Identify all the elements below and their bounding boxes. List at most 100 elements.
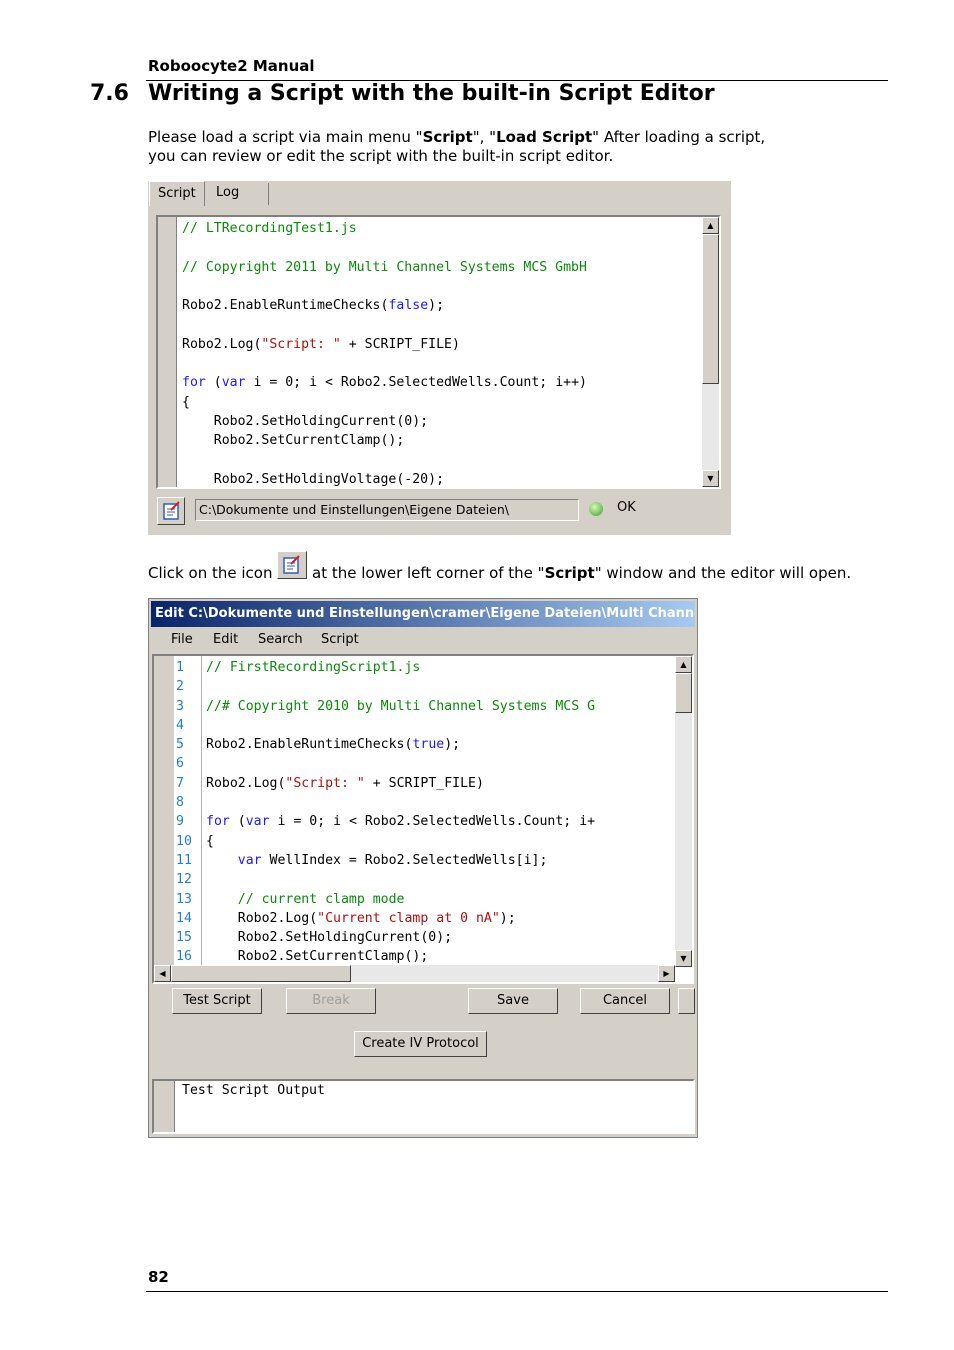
menu-file[interactable]: File	[171, 629, 193, 651]
vertical-scrollbar[interactable]: ▲ ▼	[702, 217, 719, 487]
code-line: ​	[182, 315, 587, 334]
intro-text: ", "	[472, 128, 497, 146]
section-number: 7.6	[90, 81, 129, 106]
scroll-down-icon[interactable]: ▼	[675, 950, 692, 967]
scroll-up-icon[interactable]: ▲	[702, 217, 719, 234]
click-text-before: Click on the icon	[148, 564, 273, 582]
scroll-thumb[interactable]	[675, 673, 692, 713]
code-line: ​	[182, 277, 587, 296]
code-line: {	[182, 394, 190, 410]
edit-script-icon	[283, 555, 300, 574]
cancel-button[interactable]: Cancel	[580, 988, 670, 1014]
code-line: Robo2.EnableRuntimeChecks(false);	[182, 298, 445, 314]
editor-horizontal-scrollbar[interactable]: ◀ ▶	[154, 965, 675, 982]
status-led-icon	[589, 502, 603, 516]
code-line: Robo2.Log("Current clamp at 0 nA");	[206, 910, 516, 926]
line-number: 11	[176, 852, 192, 868]
editor-code-lines: // FirstRecordingScript1.js ​ //# Copyrigh…	[206, 658, 595, 967]
click-text-after: at the lower left corner of the "Script"…	[312, 564, 851, 583]
click-text: " window and the editor will open.	[594, 564, 852, 582]
line-number: 1	[176, 660, 184, 675]
intro-bold-load-script: Load Script	[496, 128, 593, 146]
code-line: // LTRecordingTest1.js	[182, 221, 357, 236]
scroll-left-icon[interactable]: ◀	[154, 965, 171, 982]
save-button[interactable]: Save	[468, 988, 558, 1014]
click-text-bold: Script	[544, 564, 595, 582]
code-line: ​	[182, 354, 587, 373]
code-line: Robo2.SetCurrentClamp();	[206, 949, 429, 965]
script-path-field[interactable]: C:\Dokumente und Einstellungen\Eigene Da…	[195, 499, 579, 521]
code-line: ​	[182, 238, 587, 257]
line-number: 2	[176, 679, 184, 695]
break-button[interactable]: Break	[286, 988, 376, 1014]
code-line: for (var i = 0; i < Robo2.SelectedWells.…	[206, 814, 596, 830]
code-line: {	[206, 833, 214, 849]
test-script-button[interactable]: Test Script	[172, 988, 262, 1014]
manual-header: Roboocyte2 Manual	[148, 57, 315, 75]
script-window-screenshot: Script Log // LTRecordingTest1.js ​ // Cop…	[148, 181, 731, 535]
create-iv-protocol-button[interactable]: Create IV Protocol	[354, 1031, 487, 1057]
code-line: Robo2.SetCurrentClamp();	[182, 433, 405, 449]
menu-script[interactable]: Script	[321, 629, 359, 651]
editor-gutter	[154, 656, 174, 982]
code-line: ​	[206, 793, 595, 812]
tab-log[interactable]: Log	[208, 181, 247, 205]
code-line: ​	[206, 754, 595, 773]
line-number: 8	[176, 795, 184, 811]
code-line: var WellIndex = Robo2.SelectedWells[i];	[237, 852, 548, 868]
code-gutter	[158, 217, 177, 487]
edit-script-icon	[163, 501, 180, 520]
line-number: 14	[176, 910, 192, 926]
code-line: Robo2.Log("Script: " + SCRIPT_FILE)	[182, 336, 460, 352]
line-number: 5	[176, 737, 184, 753]
code-line: Robo2.Log("Script: " + SCRIPT_FILE)	[206, 775, 484, 791]
script-editor-window: Edit C:\Dokumente und Einstellungen\cram…	[148, 598, 698, 1138]
line-number: 3	[176, 698, 184, 714]
editor-vertical-scrollbar[interactable]: ▲ ▼	[675, 656, 692, 967]
intro-text: " After loading a script,	[592, 128, 766, 146]
output-gutter	[154, 1081, 175, 1132]
code-line: for (var i = 0; i < Robo2.SelectedWells.…	[182, 375, 587, 391]
line-number: 7	[176, 775, 184, 791]
intro-paragraph: Please load a script via main menu "Scri…	[148, 128, 765, 166]
code-line: // current clamp mode	[206, 891, 405, 907]
scroll-up-icon[interactable]: ▲	[675, 656, 692, 673]
menu-search[interactable]: Search	[258, 629, 303, 651]
line-numbers: 1 2 3 4 5 6 7 8 9 10 11 12 13 14 15 16	[176, 658, 192, 967]
scroll-down-icon[interactable]: ▼	[702, 470, 719, 487]
code-line: Robo2.SetHoldingVoltage(-20);	[182, 471, 445, 487]
script-code-view[interactable]: // LTRecordingTest1.js ​ // Copyright 2011…	[156, 215, 721, 489]
tab-divider	[268, 183, 269, 205]
editor-title-bar[interactable]: Edit C:\Dokumente und Einstellungen\cram…	[151, 601, 695, 627]
intro-text: Please load a script via main menu "	[148, 128, 423, 146]
code-line: ​	[206, 716, 595, 735]
editor-code-area[interactable]: 1 2 3 4 5 6 7 8 9 10 11 12 13 14 15 16 // FirstRecordin…	[152, 654, 694, 984]
code-line: // FirstRecordingScript1.js	[206, 660, 421, 675]
output-text: Test Script Output	[182, 1083, 325, 1098]
footer-rule	[146, 1291, 888, 1292]
line-number: 12	[176, 872, 192, 888]
test-script-output[interactable]: Test Script Output	[152, 1079, 695, 1134]
line-number: 15	[176, 930, 192, 946]
section-title: Writing a Script with the built-in Scrip…	[148, 81, 715, 106]
intro-bold-script: Script	[422, 128, 473, 146]
scroll-thumb[interactable]	[702, 234, 719, 384]
code-line: Robo2.SetHoldingCurrent(0);	[182, 413, 429, 429]
code-line: //# Copyright 2010 by Multi Channel Syst…	[206, 698, 596, 714]
edit-script-button[interactable]	[157, 497, 185, 525]
code-line: // Copyright 2011 by Multi Channel Syste…	[182, 259, 587, 275]
code-line: Robo2.SetHoldingCurrent(0);	[206, 930, 453, 946]
code-line: ​	[206, 870, 595, 889]
line-number-divider	[201, 656, 202, 982]
code-line: ​	[206, 677, 595, 696]
line-number: 16	[176, 949, 192, 965]
tab-script[interactable]: Script	[149, 181, 205, 206]
intro-line-2: you can review or edit the script with t…	[148, 147, 614, 165]
editor-menu-bar: File Edit Search Script	[151, 629, 695, 651]
scroll-right-icon[interactable]: ▶	[658, 965, 675, 982]
menu-edit[interactable]: Edit	[213, 629, 238, 651]
line-number: 6	[176, 756, 184, 772]
scroll-thumb[interactable]	[171, 965, 351, 982]
partial-button[interactable]	[678, 988, 695, 1014]
line-number: 4	[176, 717, 184, 733]
